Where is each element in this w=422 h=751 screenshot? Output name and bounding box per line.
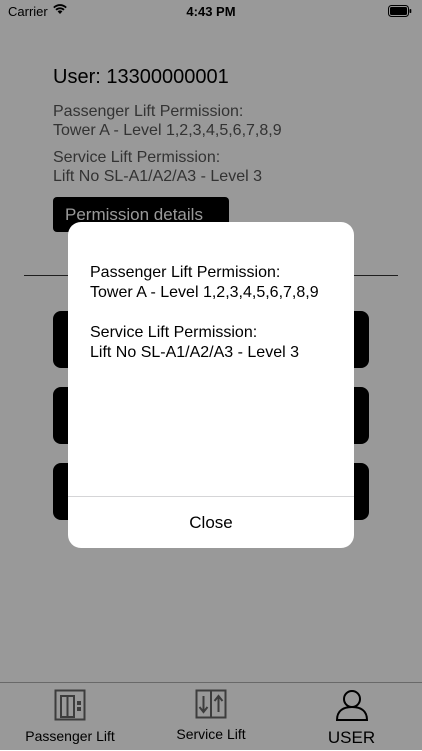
alert-message: Passenger Lift Permission: Tower A - Lev… bbox=[90, 264, 319, 361]
close-button[interactable]: Close bbox=[68, 497, 354, 548]
permission-alert-dialog: Passenger Lift Permission: Tower A - Lev… bbox=[68, 222, 354, 548]
